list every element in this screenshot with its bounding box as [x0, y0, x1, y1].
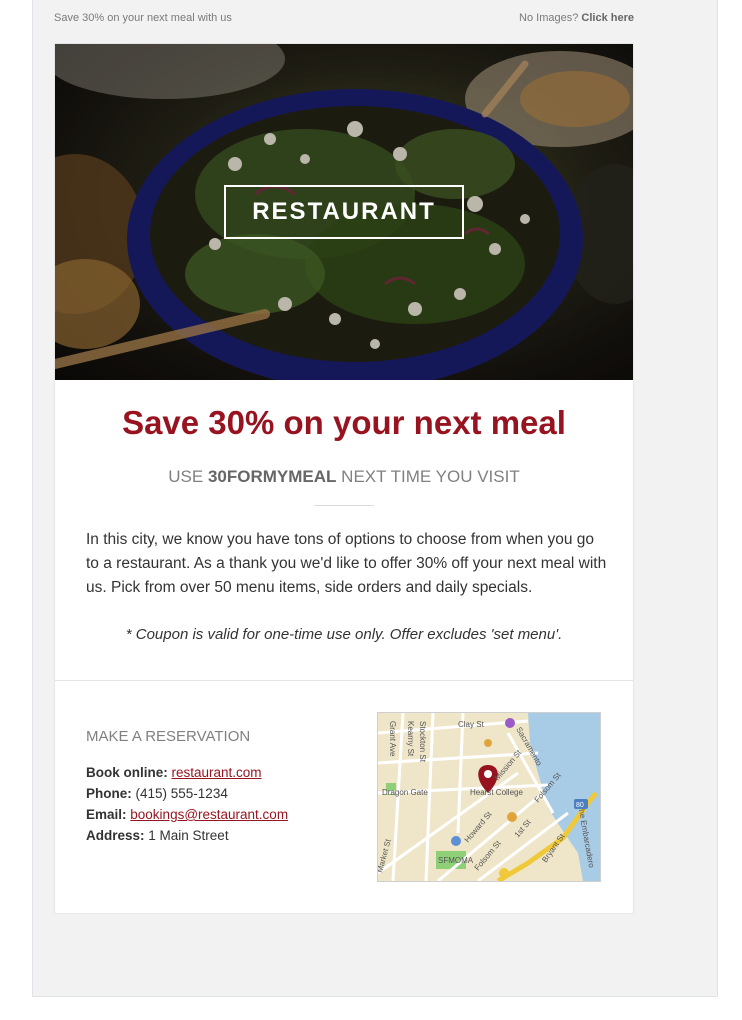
click-here-link[interactable]: Click here [581, 12, 634, 24]
offer-headline: Save 30% on your next meal [122, 404, 566, 441]
map-label-stockton: Stockton St [418, 721, 427, 763]
coupon-note: * Coupon is valid for one-time use only.… [125, 626, 563, 643]
email-link[interactable]: bookings@restaurant.com [130, 807, 288, 822]
email-card: RESTAURANT Save 30% on your next meal US… [54, 43, 634, 914]
location-map[interactable]: Clay St Sacramento Kearny St Grant Ave S… [377, 712, 601, 882]
phone-value: (415) 555-1234 [135, 786, 228, 801]
logo-text: RESTAURANT [252, 198, 436, 225]
preheader: Save 30% on your next meal with us No Im… [54, 12, 634, 24]
body-line: In this city, we know you have tons of o… [86, 531, 595, 548]
map-route-label: 80 [576, 802, 584, 809]
book-online-label: Book online: [86, 765, 168, 780]
address-value: 1 Main Street [148, 828, 229, 843]
divider-short [314, 505, 374, 506]
section-divider [55, 680, 633, 681]
email-row: Email: bookings@restaurant.com [86, 807, 288, 822]
address-label: Address: [86, 828, 145, 843]
address-row: Address: 1 Main Street [86, 828, 229, 843]
sub-prefix: USE [168, 467, 208, 486]
phone-label: Phone: [86, 786, 132, 801]
map-label-sfmoma: SFMOMA [438, 856, 474, 865]
map-label-clay: Clay St [458, 720, 485, 729]
sub-suffix: NEXT TIME YOU VISIT [336, 467, 520, 486]
map-label-kearny: Kearny St [406, 721, 415, 757]
body-line: to a restaurant. As a thank you we'd lik… [86, 555, 607, 572]
no-images-label: No Images? [519, 12, 579, 24]
coupon-instruction: USE 30FORMYMEAL NEXT TIME YOU VISIT [55, 467, 633, 487]
map-label-dragon-gate: Dragon Gate [382, 788, 428, 797]
reservation-title: MAKE A RESERVATION [86, 728, 251, 745]
no-images-notice: No Images? Click here [519, 12, 634, 24]
book-online-link[interactable]: restaurant.com [172, 765, 262, 780]
coupon-code: 30FORMYMEAL [207, 467, 337, 486]
map-graphic: Clay St Sacramento Kearny St Grant Ave S… [378, 713, 600, 881]
map-label-hearst: Hearst College [470, 788, 523, 797]
book-online-row: Book online: restaurant.com [86, 765, 262, 780]
email-label: Email: [86, 807, 127, 822]
preheader-text: Save 30% on your next meal with us [54, 12, 232, 24]
restaurant-logo: RESTAURANT [224, 185, 464, 239]
body-line: us. Pick from over 50 menu items, side o… [86, 579, 533, 596]
offer-body: In this city, we know you have tons of o… [86, 528, 608, 600]
hero-image: RESTAURANT [55, 44, 633, 380]
map-label-grant: Grant Ave [388, 721, 397, 757]
phone-row: Phone: (415) 555-1234 [86, 786, 228, 801]
